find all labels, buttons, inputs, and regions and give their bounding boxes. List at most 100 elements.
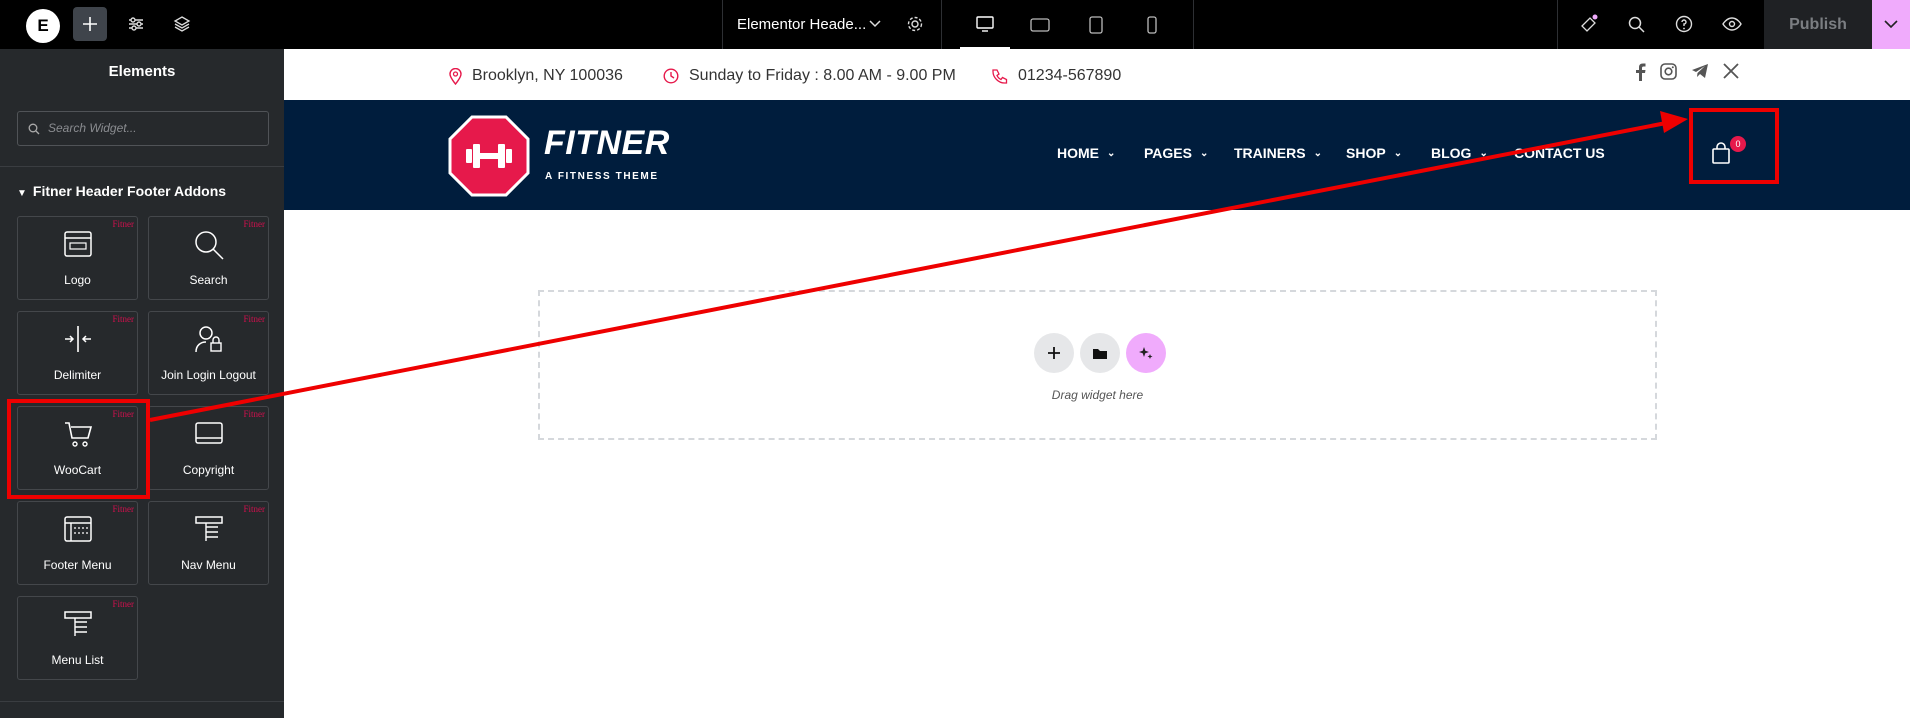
- fitner-badge: Fitner: [243, 504, 266, 514]
- divider: [0, 166, 284, 167]
- add-element-button[interactable]: [73, 7, 107, 41]
- document-title[interactable]: Elementor Heade...: [737, 0, 866, 49]
- brand-name[interactable]: FITNER: [544, 124, 670, 163]
- nav-item-blog[interactable]: BLOG ⌄: [1431, 145, 1488, 161]
- chevron-down-icon: ⌄: [1393, 147, 1403, 159]
- instagram-icon[interactable]: [1660, 63, 1677, 80]
- mobile-icon: [1147, 15, 1157, 34]
- widget-label: Search: [189, 273, 228, 287]
- telegram-icon[interactable]: [1691, 63, 1709, 79]
- fitner-badge: Fitner: [112, 504, 135, 514]
- whats-new-button[interactable]: [1572, 7, 1606, 41]
- fitner-badge: Fitner: [243, 409, 266, 419]
- preview-button[interactable]: [1715, 7, 1749, 41]
- folder-icon: [1093, 348, 1107, 359]
- publish-options-button[interactable]: [1872, 0, 1910, 49]
- chevron-down-icon: ⌄: [1199, 147, 1209, 159]
- nav-label: HOME: [1057, 145, 1099, 161]
- phone-text: 01234-567890: [1018, 67, 1122, 84]
- gear-icon: [907, 16, 923, 32]
- nav-item-trainers[interactable]: TRAINERS ⌄: [1234, 145, 1322, 161]
- fitner-badge: Fitner: [243, 219, 266, 229]
- elementor-logo[interactable]: E: [26, 9, 60, 43]
- nav-item-pages[interactable]: PAGES ⌄: [1144, 145, 1208, 161]
- x-twitter-icon[interactable]: [1723, 63, 1739, 79]
- tablet-view-button[interactable]: [1071, 0, 1121, 49]
- sparkles-icon: [1139, 347, 1153, 359]
- brand-tagline: A FITNESS THEME: [545, 171, 659, 182]
- category-label: Fitner Header Footer Addons: [32, 183, 227, 199]
- panel-title: Elements: [108, 63, 176, 80]
- document-title-dropdown[interactable]: [858, 7, 892, 41]
- highlight-cart-box: [1689, 108, 1779, 184]
- tablet-landscape-view-button[interactable]: [1015, 0, 1065, 49]
- editor-topbar: E Elementor Heade... Publish: [0, 0, 1910, 49]
- footer-menu-icon: [18, 514, 137, 548]
- divider: [0, 701, 284, 702]
- add-template-button[interactable]: [1080, 333, 1120, 373]
- site-settings-button[interactable]: [119, 7, 153, 41]
- chevron-down-icon: ⌄: [1107, 147, 1116, 159]
- help-icon: [1675, 15, 1693, 33]
- ai-generate-button[interactable]: [1126, 333, 1166, 373]
- search-icon: [149, 229, 268, 263]
- nav-label: PAGES: [1144, 145, 1192, 161]
- menu-list-icon: [18, 609, 137, 643]
- widget-delimiter[interactable]: Fitner Delimiter: [17, 311, 138, 395]
- caret-down-icon: ▼: [17, 188, 27, 199]
- plus-icon: [1048, 347, 1060, 359]
- widget-label: Menu List: [51, 653, 104, 667]
- search-placeholder: Search Widget...: [48, 121, 137, 135]
- fitner-badge: Fitner: [243, 314, 266, 324]
- empty-section-dropzone[interactable]: Drag widget here: [538, 290, 1657, 440]
- chevron-down-icon: ⌄: [1479, 147, 1488, 159]
- facebook-icon[interactable]: [1634, 63, 1646, 81]
- desktop-view-button[interactable]: [960, 0, 1010, 49]
- plus-icon: [83, 17, 97, 31]
- structure-button[interactable]: [165, 7, 199, 41]
- widget-join-login-logout[interactable]: Fitner Join Login Logout: [148, 311, 269, 395]
- chevron-down-icon: [1884, 20, 1898, 29]
- eye-icon: [1722, 17, 1742, 31]
- nav-label: CONTACT US: [1514, 145, 1605, 161]
- help-button[interactable]: [1667, 7, 1701, 41]
- widget-nav-menu[interactable]: Fitner Nav Menu: [148, 501, 269, 585]
- search-icon: [1628, 16, 1645, 33]
- nav-menu-icon: [149, 514, 268, 548]
- chevron-down-icon: ⌄: [1313, 147, 1322, 159]
- page-settings-button[interactable]: [898, 7, 932, 41]
- publish-button[interactable]: Publish: [1764, 0, 1872, 49]
- fitner-badge: Fitner: [112, 314, 135, 324]
- fitner-badge: Fitner: [112, 599, 135, 609]
- phone-icon: [992, 69, 1008, 84]
- nav-label: SHOP: [1346, 145, 1386, 161]
- hours-text: Sunday to Friday : 8.00 AM - 9.00 PM: [689, 67, 956, 84]
- widget-label: Footer Menu: [43, 558, 112, 572]
- add-section-button[interactable]: [1034, 333, 1074, 373]
- nav-item-shop[interactable]: SHOP ⌄: [1346, 145, 1402, 161]
- address-info: Brooklyn, NY 100036: [449, 67, 623, 85]
- user-lock-icon: [149, 324, 268, 358]
- widget-copyright[interactable]: Fitner Copyright: [148, 406, 269, 490]
- fitner-logo-icon[interactable]: [448, 115, 530, 202]
- widget-footer-menu[interactable]: Fitner Footer Menu: [17, 501, 138, 585]
- drag-widget-hint: Drag widget here: [1051, 388, 1144, 402]
- desktop-icon: [976, 15, 994, 32]
- fitner-badge: Fitner: [112, 219, 135, 229]
- location-pin-icon: [449, 67, 462, 85]
- search-button[interactable]: [1619, 7, 1653, 41]
- widget-search[interactable]: Fitner Search: [148, 216, 269, 300]
- site-navbar: FITNER A FITNESS THEME HOME ⌄ PAGES ⌄ TRAI…: [284, 100, 1910, 210]
- widget-search-input[interactable]: Search Widget...: [17, 111, 269, 146]
- nav-item-home[interactable]: HOME ⌄: [1057, 145, 1115, 161]
- mobile-view-button[interactable]: [1127, 0, 1177, 49]
- widget-menu-list[interactable]: Fitner Menu List: [17, 596, 138, 680]
- widget-label: Copyright: [182, 463, 235, 477]
- nav-item-contact-us[interactable]: CONTACT US: [1514, 145, 1605, 161]
- widget-logo[interactable]: Fitner Logo: [17, 216, 138, 300]
- nav-label: BLOG: [1431, 145, 1472, 161]
- category-toggle[interactable]: ▼ Fitner Header Footer Addons: [17, 183, 226, 199]
- address-text: Brooklyn, NY 100036: [472, 67, 623, 84]
- tablet-icon: [1089, 15, 1103, 34]
- megaphone-icon: [1581, 14, 1598, 32]
